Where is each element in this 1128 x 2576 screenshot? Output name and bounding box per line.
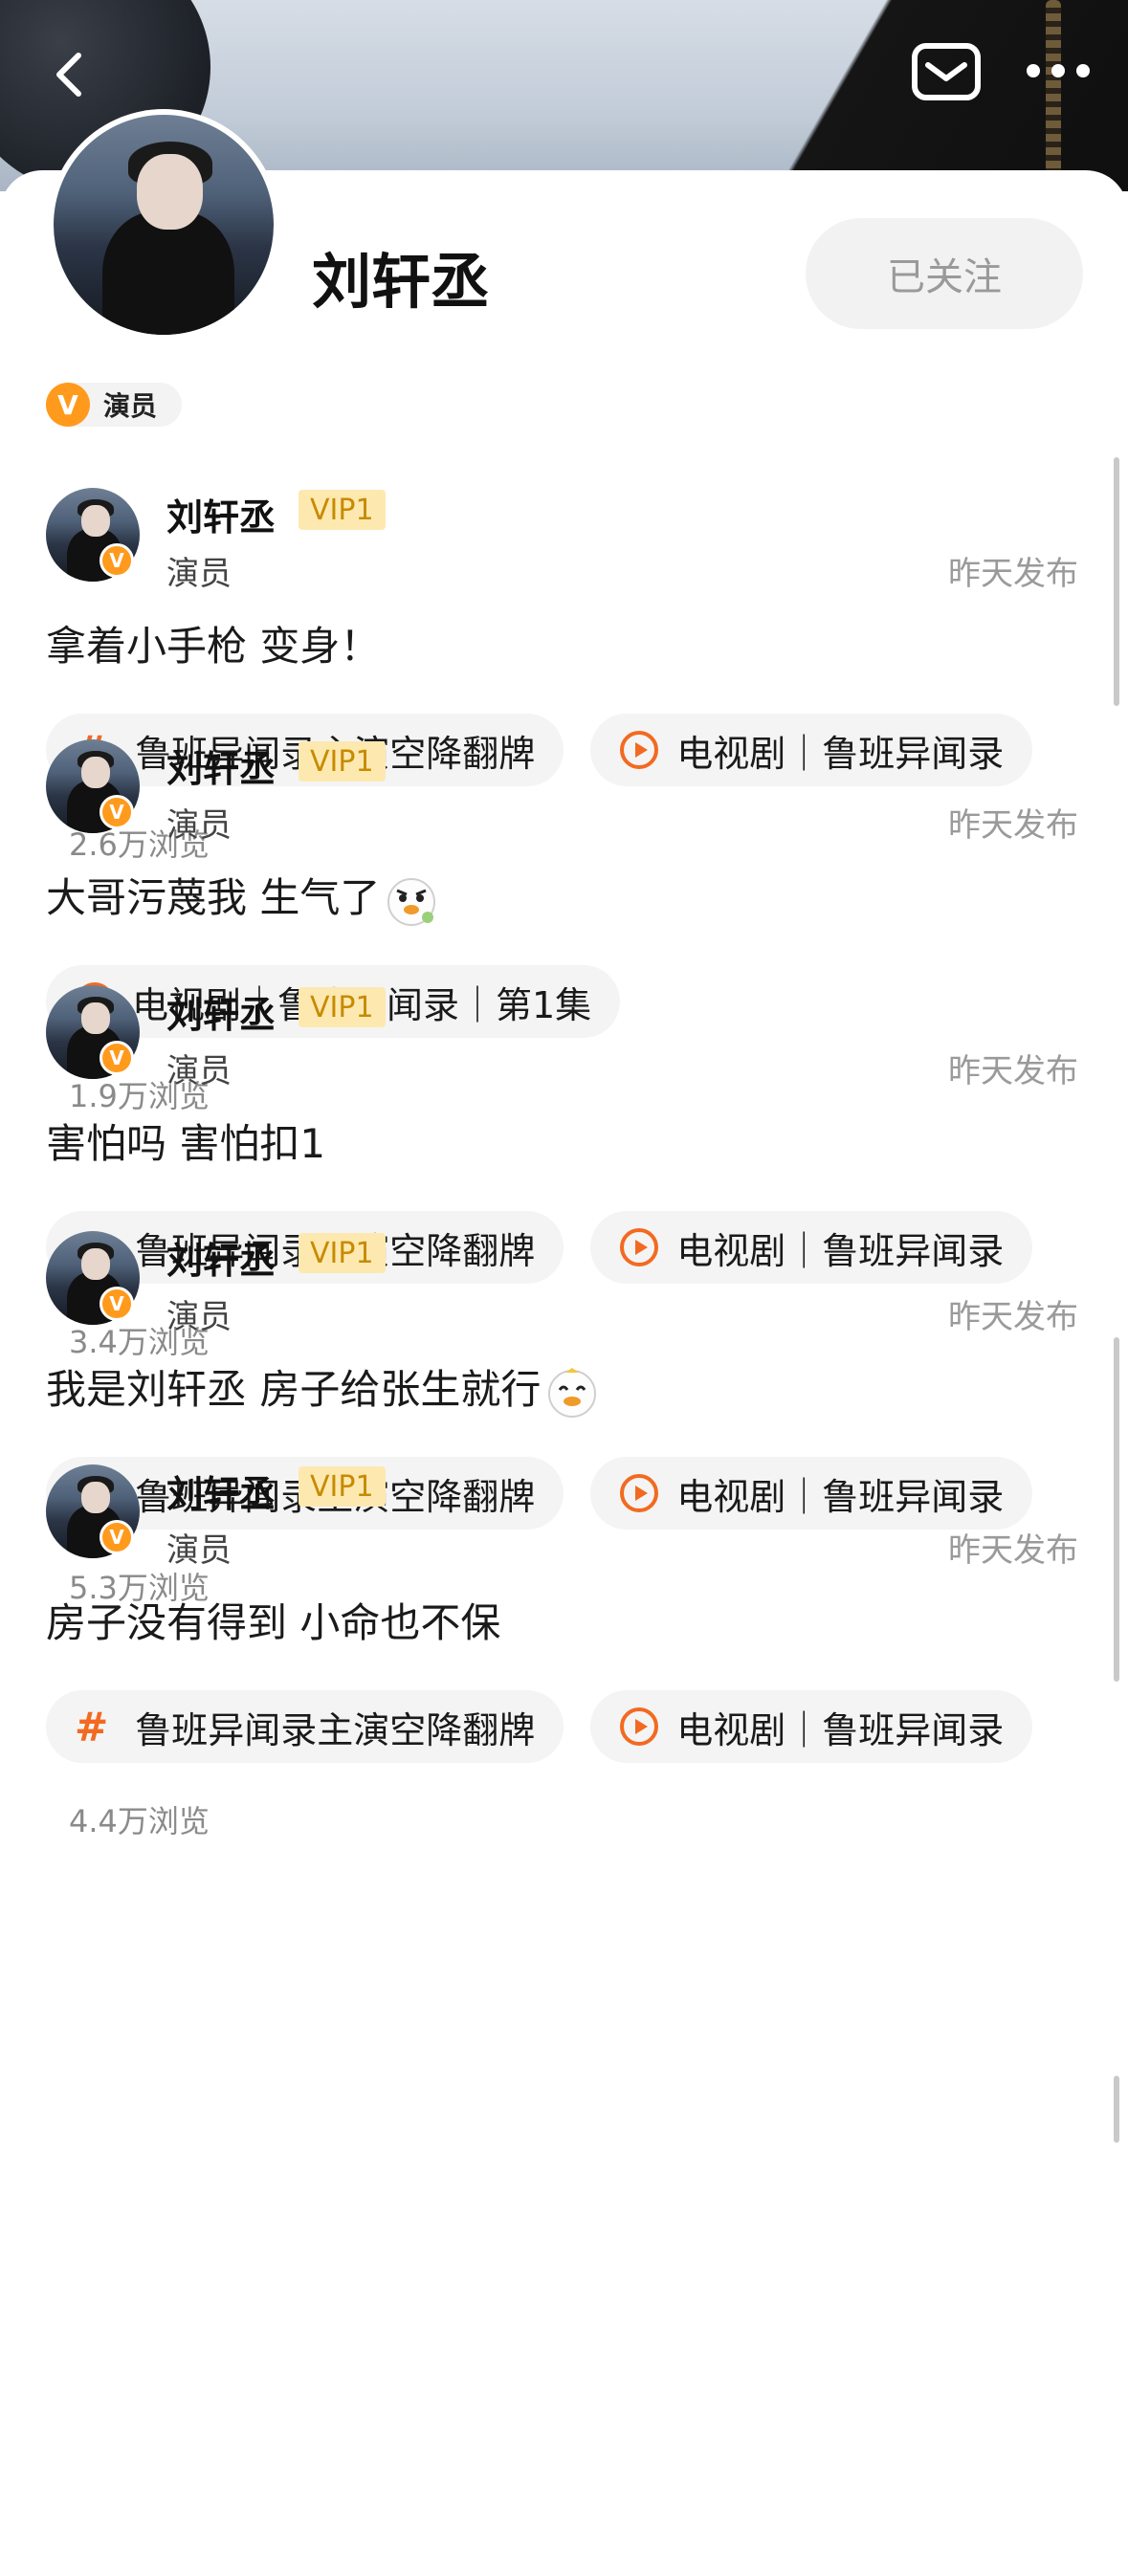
post-text[interactable]: 房子没有得到 小命也不保 bbox=[46, 1591, 500, 1649]
post-text-content: 拿着小手枪 变身！ bbox=[46, 623, 381, 670]
back-button[interactable] bbox=[46, 46, 92, 103]
verified-icon: V bbox=[46, 383, 90, 427]
vip-badge: VIP1 bbox=[299, 987, 386, 1027]
post-author-role: 演员 bbox=[166, 1298, 232, 1336]
topic-tag-label: 鲁班异闻录主演空降翻牌 bbox=[135, 1708, 536, 1751]
post-text[interactable]: 害怕吗 害怕扣1 bbox=[46, 1112, 325, 1170]
post-author-role: 演员 bbox=[166, 806, 232, 845]
post-author[interactable]: 刘轩丞 bbox=[166, 985, 276, 1038]
vip-badge: VIP1 bbox=[299, 741, 386, 782]
verified-icon: V bbox=[100, 1041, 134, 1075]
video-tag-label: 电视剧｜鲁班异闻录 bbox=[676, 1708, 1005, 1751]
post-author-role: 演员 bbox=[166, 1052, 232, 1090]
chevron-left-icon bbox=[56, 53, 81, 97]
happy-duck-emoji-icon bbox=[548, 1367, 597, 1418]
post-author[interactable]: 刘轩丞 bbox=[166, 488, 276, 540]
post-author[interactable]: 刘轩丞 bbox=[166, 1231, 276, 1284]
profile-name: 刘轩丞 bbox=[312, 247, 491, 317]
verified-icon: V bbox=[100, 1520, 134, 1554]
more-button[interactable] bbox=[1024, 52, 1093, 90]
post-author[interactable]: 刘轩丞 bbox=[166, 739, 276, 792]
post-text[interactable]: 我是刘轩丞 房子给张生就行 bbox=[46, 1357, 600, 1420]
hashtag-icon: # bbox=[75, 1703, 109, 1750]
post-text-content: 大哥污蔑我 生气了 bbox=[46, 874, 381, 921]
post-time: 昨天发布 bbox=[948, 806, 1078, 845]
video-tag[interactable]: 电视剧｜鲁班异闻录 bbox=[590, 1690, 1033, 1763]
post-card[interactable]: V 刘轩丞 VIP1 演员 昨天发布 房子没有得到 小命也不保 # 鲁班异闻录主演… bbox=[0, 1464, 1128, 1885]
post-time: 昨天发布 bbox=[948, 1052, 1078, 1090]
post-text-content: 害怕吗 害怕扣1 bbox=[46, 1120, 326, 1167]
role-badge: V 演员 bbox=[46, 383, 183, 427]
post-time: 昨天发布 bbox=[948, 1531, 1078, 1570]
play-circle-icon bbox=[620, 1707, 659, 1746]
verified-icon: V bbox=[100, 543, 134, 578]
more-dots-icon bbox=[1027, 64, 1090, 77]
post-author-role: 演员 bbox=[166, 1531, 232, 1570]
mail-button[interactable] bbox=[911, 42, 982, 101]
post-text-content: 我是刘轩丞 房子给张生就行 bbox=[46, 1366, 542, 1413]
verified-icon: V bbox=[100, 1287, 134, 1321]
post-tags: # 鲁班异闻录主演空降翻牌 电视剧｜鲁班异闻录 bbox=[46, 1690, 1083, 1763]
post-time: 昨天发布 bbox=[948, 1298, 1078, 1336]
post-author[interactable]: 刘轩丞 bbox=[166, 1464, 276, 1517]
vip-badge: VIP1 bbox=[299, 1233, 386, 1273]
post-views: 4.4万浏览 bbox=[69, 1803, 210, 1839]
post-author-role: 演员 bbox=[166, 555, 232, 593]
post-text-content: 房子没有得到 小命也不保 bbox=[46, 1599, 501, 1646]
profile-avatar[interactable] bbox=[48, 109, 279, 341]
scrollbar-3[interactable] bbox=[1114, 2076, 1119, 2143]
post-text[interactable]: 大哥污蔑我 生气了 bbox=[46, 866, 439, 929]
vip-badge: VIP1 bbox=[299, 490, 386, 530]
role-badge-label: 演员 bbox=[103, 390, 158, 422]
vip-badge: VIP1 bbox=[299, 1466, 386, 1507]
topic-tag[interactable]: # 鲁班异闻录主演空降翻牌 bbox=[46, 1690, 564, 1763]
post-text[interactable]: 拿着小手枪 变身！ bbox=[46, 614, 380, 672]
mail-icon bbox=[912, 43, 981, 100]
verified-icon: V bbox=[100, 795, 134, 829]
post-time: 昨天发布 bbox=[948, 555, 1078, 593]
follow-button[interactable]: 已关注 bbox=[806, 218, 1083, 329]
angry-duck-emoji-icon bbox=[387, 877, 436, 926]
